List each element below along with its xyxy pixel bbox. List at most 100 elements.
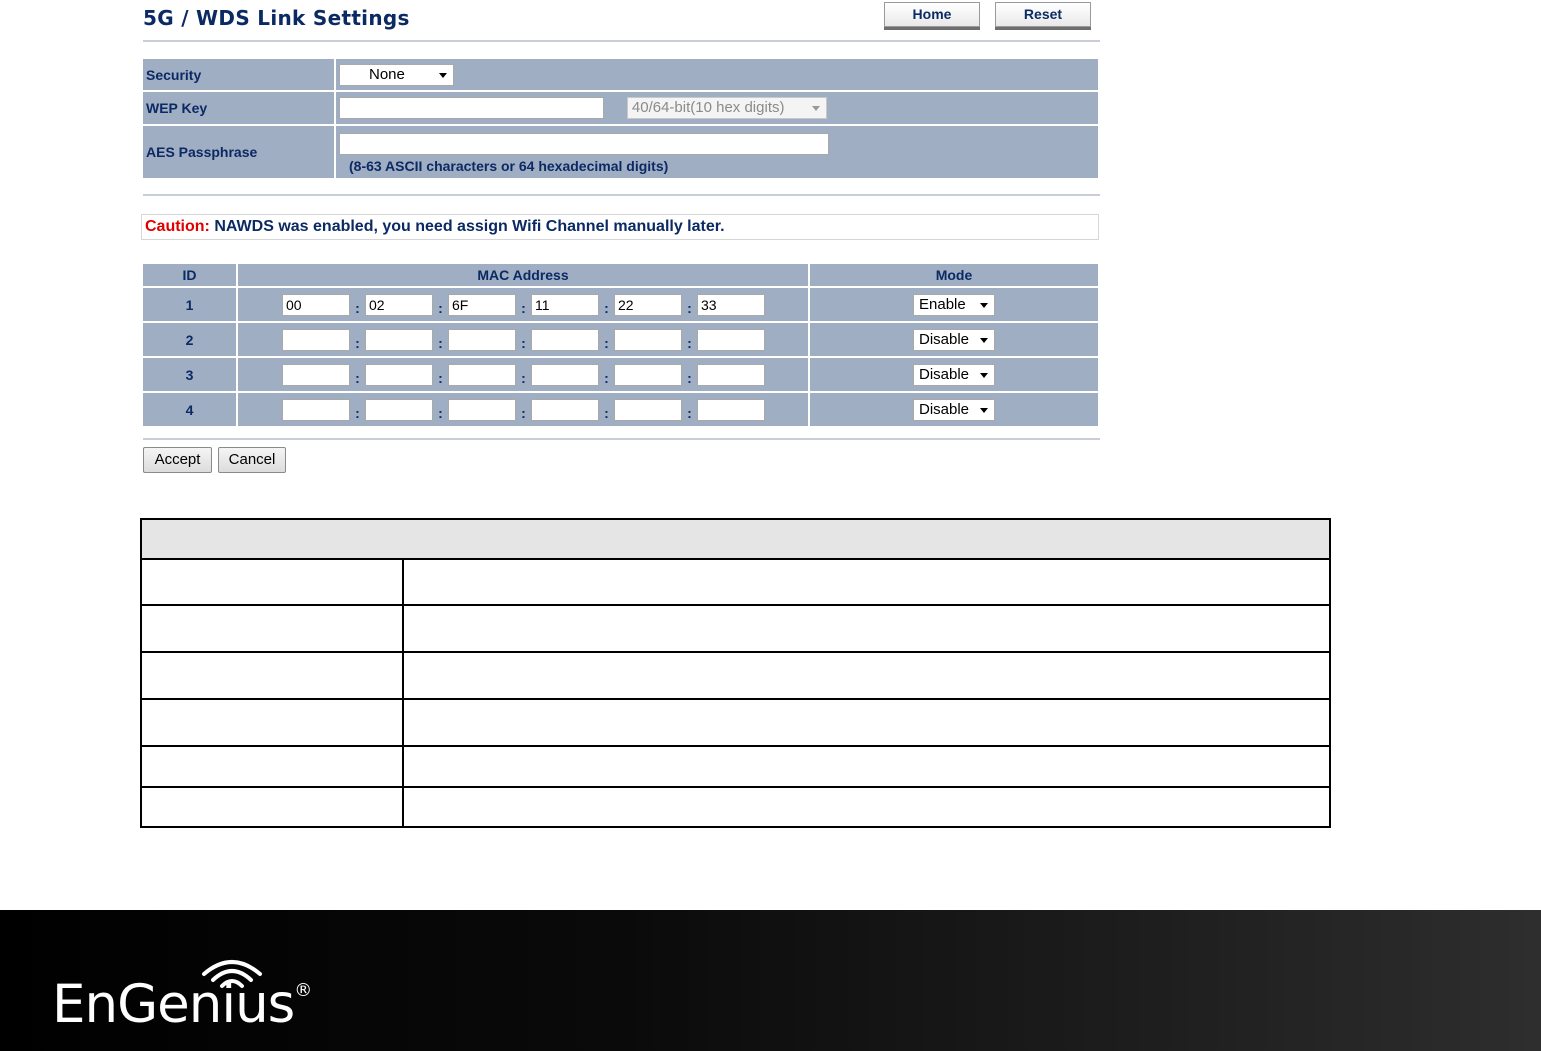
mode-select-value: Enable (919, 295, 966, 313)
mac-octet-input[interactable]: 11 (531, 293, 599, 316)
table-cell (140, 786, 404, 828)
wds-table: ID MAC Address Mode 1 00:02:6F:11:22:33 En… (141, 262, 1100, 428)
mac-octet-input[interactable] (697, 363, 765, 386)
mode-select-value: Disable (919, 400, 970, 418)
mode-cell: Disable (810, 358, 1098, 391)
security-table: Security None WEP Key 40/64-bit(10 hex d… (141, 57, 1100, 180)
column-header-mac: MAC Address (238, 264, 808, 286)
mac-separator: : (521, 369, 526, 386)
mac-separator: : (355, 334, 360, 351)
mac-octet-input[interactable] (448, 398, 516, 421)
home-button[interactable]: Home (884, 2, 980, 27)
mode-select[interactable]: Enable (913, 293, 995, 316)
wds-row-id: 1 (143, 288, 236, 321)
wep-format-value: 40/64-bit(10 hex digits) (631, 99, 785, 116)
mac-separator: : (438, 334, 443, 351)
mac-separator: : (687, 369, 692, 386)
mac-octet-input[interactable]: 02 (365, 293, 433, 316)
table-cell (402, 786, 1331, 828)
table-row: 4::::: Disable (143, 393, 1098, 426)
wds-row-id: 2 (143, 323, 236, 356)
security-select[interactable]: None (339, 63, 454, 86)
column-header-mode: Mode (810, 264, 1098, 286)
table-header-row (140, 518, 1331, 560)
mac-octet-input[interactable]: 33 (697, 293, 765, 316)
aes-passphrase-label: AES Passphrase (143, 126, 334, 178)
mode-select[interactable]: Disable (913, 363, 995, 386)
wds-row-id: 3 (143, 358, 236, 391)
mode-cell: Disable (810, 323, 1098, 356)
table-cell (140, 604, 404, 653)
table-row: 3::::: Disable (143, 358, 1098, 391)
mac-octet-input[interactable] (365, 398, 433, 421)
mac-separator: : (687, 404, 692, 421)
wep-key-input[interactable] (339, 97, 604, 119)
table-cell (402, 745, 1331, 788)
mac-octet-input[interactable] (365, 363, 433, 386)
mac-octet-input[interactable] (531, 398, 599, 421)
cancel-button[interactable]: Cancel (218, 447, 286, 473)
mode-select[interactable]: Disable (913, 398, 995, 421)
mac-octet-input[interactable] (614, 328, 682, 351)
mac-octet-input[interactable]: 6F (448, 293, 516, 316)
table-cell (402, 604, 1331, 653)
mac-octet-input[interactable]: 22 (614, 293, 682, 316)
divider (143, 194, 1100, 196)
wep-key-label: WEP Key (143, 92, 334, 124)
table-cell (140, 698, 404, 747)
logo-text: EnGenius (52, 974, 295, 1035)
mac-separator: : (355, 299, 360, 316)
mac-octet-input[interactable] (448, 328, 516, 351)
mac-octet-input[interactable] (365, 328, 433, 351)
mac-separator: : (604, 299, 609, 316)
chevron-down-icon (980, 302, 988, 308)
divider (143, 40, 1100, 42)
mac-separator: : (687, 334, 692, 351)
wep-format-select[interactable]: 40/64-bit(10 hex digits) (626, 97, 827, 119)
accept-button[interactable]: Accept (143, 447, 212, 473)
mode-cell: Enable (810, 288, 1098, 321)
chevron-down-icon (980, 407, 988, 413)
mac-octet-input[interactable]: 00 (282, 293, 350, 316)
mac-octet-input[interactable] (282, 363, 350, 386)
table-cell (140, 651, 404, 700)
aes-passphrase-input[interactable] (339, 132, 829, 155)
mac-separator: : (438, 369, 443, 386)
security-label: Security (143, 59, 334, 90)
description-table (140, 518, 1331, 828)
mac-octet-input[interactable] (697, 328, 765, 351)
table-cell (402, 651, 1331, 700)
mac-separator: : (521, 299, 526, 316)
chevron-down-icon (980, 337, 988, 343)
table-row: 1 00:02:6F:11:22:33 Enable (143, 288, 1098, 321)
caution-box: Caution: NAWDS was enabled, you need ass… (141, 214, 1099, 240)
mac-separator: : (604, 334, 609, 351)
footer-banner: EnGenius® (0, 910, 1541, 1051)
mode-select[interactable]: Disable (913, 328, 995, 351)
table-cell (402, 698, 1331, 747)
reset-button[interactable]: Reset (995, 2, 1091, 27)
mac-octet-input[interactable] (531, 328, 599, 351)
mac-separator: : (604, 369, 609, 386)
table-row: 2::::: Disable (143, 323, 1098, 356)
mac-octet-input[interactable] (531, 363, 599, 386)
caution-label: Caution: (145, 218, 210, 235)
mac-octet-input[interactable] (282, 328, 350, 351)
wds-row-id: 4 (143, 393, 236, 426)
mac-octet-input[interactable] (448, 363, 516, 386)
mac-address-cell: ::::: (238, 393, 808, 426)
mac-separator: : (687, 299, 692, 316)
mac-octet-input[interactable] (614, 363, 682, 386)
aes-hint: (8-63 ASCII characters or 64 hexadecimal… (349, 157, 669, 174)
mac-separator: : (355, 369, 360, 386)
mac-separator: : (521, 404, 526, 421)
mac-separator: : (604, 404, 609, 421)
mac-octet-input[interactable] (697, 398, 765, 421)
page-title: 5G / WDS Link Settings (143, 6, 410, 30)
column-header-id: ID (143, 264, 236, 286)
mac-octet-input[interactable] (614, 398, 682, 421)
mac-octet-input[interactable] (282, 398, 350, 421)
table-cell (402, 558, 1331, 606)
table-cell (140, 745, 404, 788)
mode-cell: Disable (810, 393, 1098, 426)
